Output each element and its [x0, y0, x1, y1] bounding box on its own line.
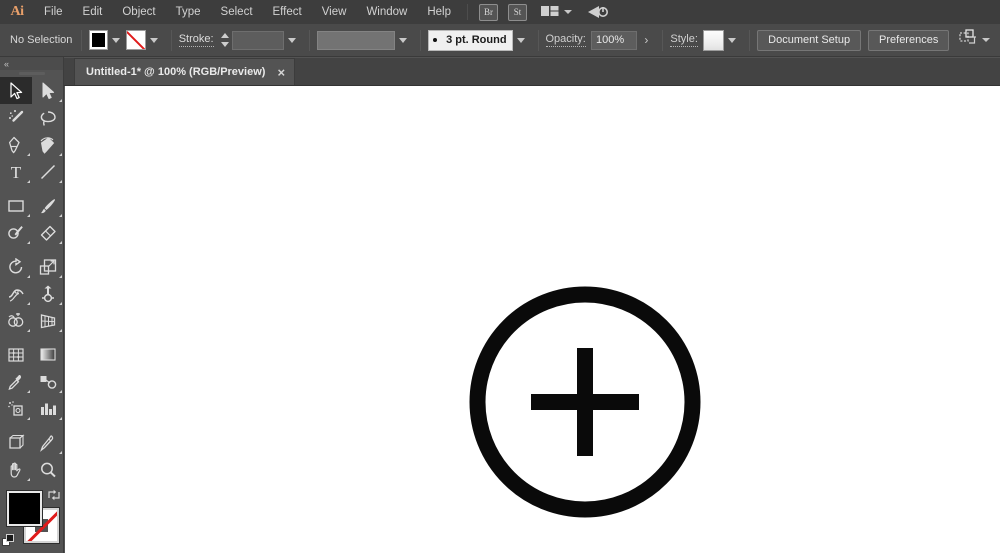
bridge-icon[interactable]: Br [479, 3, 498, 21]
stroke-profile-input[interactable] [316, 30, 396, 50]
menu-window[interactable]: Window [356, 0, 417, 24]
type-tool[interactable]: T [0, 158, 32, 185]
lasso-tool[interactable] [32, 104, 64, 131]
opacity-label[interactable]: Opacity: [545, 33, 586, 47]
stroke-profile-chevron-down-icon[interactable] [399, 37, 408, 43]
swap-fill-stroke-icon[interactable] [47, 488, 61, 502]
document-tab[interactable]: Untitled-1* @ 100% (RGB/Preview) × [74, 58, 296, 85]
shape-builder-tool[interactable] [0, 307, 32, 334]
fill-swatch[interactable] [89, 30, 109, 50]
curvature-tool[interactable] [32, 131, 64, 158]
brush-definition-label: 3 pt. Round [446, 34, 507, 46]
document-tab-title: Untitled-1* @ 100% (RGB/Preview) [86, 66, 266, 78]
app-logo: Ai [10, 4, 25, 19]
default-fill-stroke-icon[interactable] [2, 534, 15, 547]
stroke-weight-chevron-down-icon[interactable] [287, 37, 296, 43]
menu-effect[interactable]: Effect [263, 0, 312, 24]
column-graph-tool[interactable] [32, 395, 64, 422]
shaper-tool[interactable] [0, 219, 32, 246]
blend-tool[interactable] [32, 368, 64, 395]
paintbrush-tool[interactable] [32, 192, 64, 219]
magic-wand-tool[interactable] [0, 104, 32, 131]
width-tool[interactable] [0, 280, 32, 307]
stroke-swatch[interactable] [126, 30, 146, 50]
direct-selection-tool[interactable] [32, 77, 64, 104]
tools-panel: « T [0, 57, 64, 553]
stock-icon[interactable]: St [508, 3, 527, 21]
opacity-input[interactable]: 100% [591, 30, 638, 50]
document-setup-button[interactable]: Document Setup [757, 29, 862, 51]
stroke-chevron-down-icon[interactable] [149, 37, 158, 43]
artboard-tool[interactable] [0, 429, 32, 456]
gradient-tool[interactable] [32, 341, 64, 368]
stroke-weight-input[interactable] [232, 30, 284, 50]
illustrator-window: Ai File Edit Object Type Select Effect V… [0, 0, 1000, 553]
control-bar: No Selection Stroke: 3 pt. Round Opacity… [0, 24, 1000, 57]
control-divider-5 [537, 29, 539, 51]
tool-group-divider-4 [0, 422, 64, 429]
mesh-tool[interactable] [0, 341, 32, 368]
fill-color-swatch[interactable] [6, 490, 43, 527]
align-chevron-down-icon[interactable] [981, 38, 990, 42]
free-transform-tool[interactable] [32, 280, 64, 307]
control-divider-3 [308, 29, 310, 51]
style-label[interactable]: Style: [670, 33, 698, 47]
menu-view[interactable]: View [312, 0, 357, 24]
hand-tool[interactable] [0, 456, 32, 483]
tools-panel-collapse-icon[interactable]: « [0, 57, 63, 70]
menu-help[interactable]: Help [417, 0, 461, 24]
menu-type[interactable]: Type [166, 0, 211, 24]
arrange-documents-icon[interactable] [540, 4, 560, 20]
control-divider [81, 29, 83, 51]
zoom-tool[interactable] [32, 456, 64, 483]
control-divider-7 [749, 29, 751, 51]
preferences-button[interactable]: Preferences [868, 29, 950, 51]
rectangle-tool[interactable] [0, 192, 32, 219]
scale-tool[interactable] [32, 253, 64, 280]
menu-object[interactable]: Object [112, 0, 165, 24]
brush-chevron-down-icon[interactable] [516, 37, 525, 43]
stroke-weight-stepper[interactable] [220, 30, 229, 50]
control-divider-6 [662, 29, 664, 51]
eyedropper-tool[interactable] [0, 368, 32, 395]
stroke-weight-label[interactable]: Stroke: [178, 33, 214, 47]
workspace-switcher-icon[interactable] [586, 3, 610, 21]
control-divider-2 [170, 29, 172, 51]
tool-group-divider-2 [0, 246, 64, 253]
brush-preview-dot [433, 38, 438, 42]
line-segment-tool[interactable] [32, 158, 64, 185]
fill-chevron-down-icon[interactable] [112, 37, 121, 43]
slice-tool[interactable] [32, 429, 64, 456]
brush-definition-select[interactable]: 3 pt. Round [428, 29, 513, 51]
menu-edit[interactable]: Edit [73, 0, 113, 24]
tool-group-divider [0, 185, 64, 192]
rotate-tool[interactable] [0, 253, 32, 280]
control-divider-4 [420, 29, 422, 51]
arrange-chevron-down-icon[interactable] [564, 10, 572, 14]
plus-in-circle-artwork[interactable] [461, 278, 709, 526]
eraser-tool[interactable] [32, 219, 64, 246]
graphic-style-swatch[interactable] [703, 29, 725, 51]
selection-status: No Selection [10, 34, 73, 46]
selection-tool[interactable] [0, 77, 32, 104]
close-icon[interactable]: × [275, 66, 287, 79]
tool-group-divider-3 [0, 334, 64, 341]
menu-select[interactable]: Select [211, 0, 263, 24]
fill-stroke-controls [0, 487, 64, 549]
menubar-divider [467, 4, 468, 20]
opacity-flyout-icon[interactable]: › [637, 33, 655, 47]
menu-file[interactable]: File [34, 0, 73, 24]
tool-grid: T [0, 77, 64, 483]
pen-tool[interactable] [0, 131, 32, 158]
style-chevron-down-icon[interactable] [728, 37, 737, 43]
svg-text:T: T [11, 163, 22, 181]
tools-panel-grip[interactable] [0, 70, 63, 77]
menu-bar: Ai File Edit Object Type Select Effect V… [0, 0, 1000, 24]
document-canvas[interactable] [65, 86, 1000, 553]
document-tab-bar: Untitled-1* @ 100% (RGB/Preview) × [64, 58, 1000, 86]
perspective-grid-tool[interactable] [32, 307, 64, 334]
symbol-sprayer-tool[interactable] [0, 395, 32, 422]
align-to-pixel-grid-icon[interactable] [958, 28, 978, 52]
